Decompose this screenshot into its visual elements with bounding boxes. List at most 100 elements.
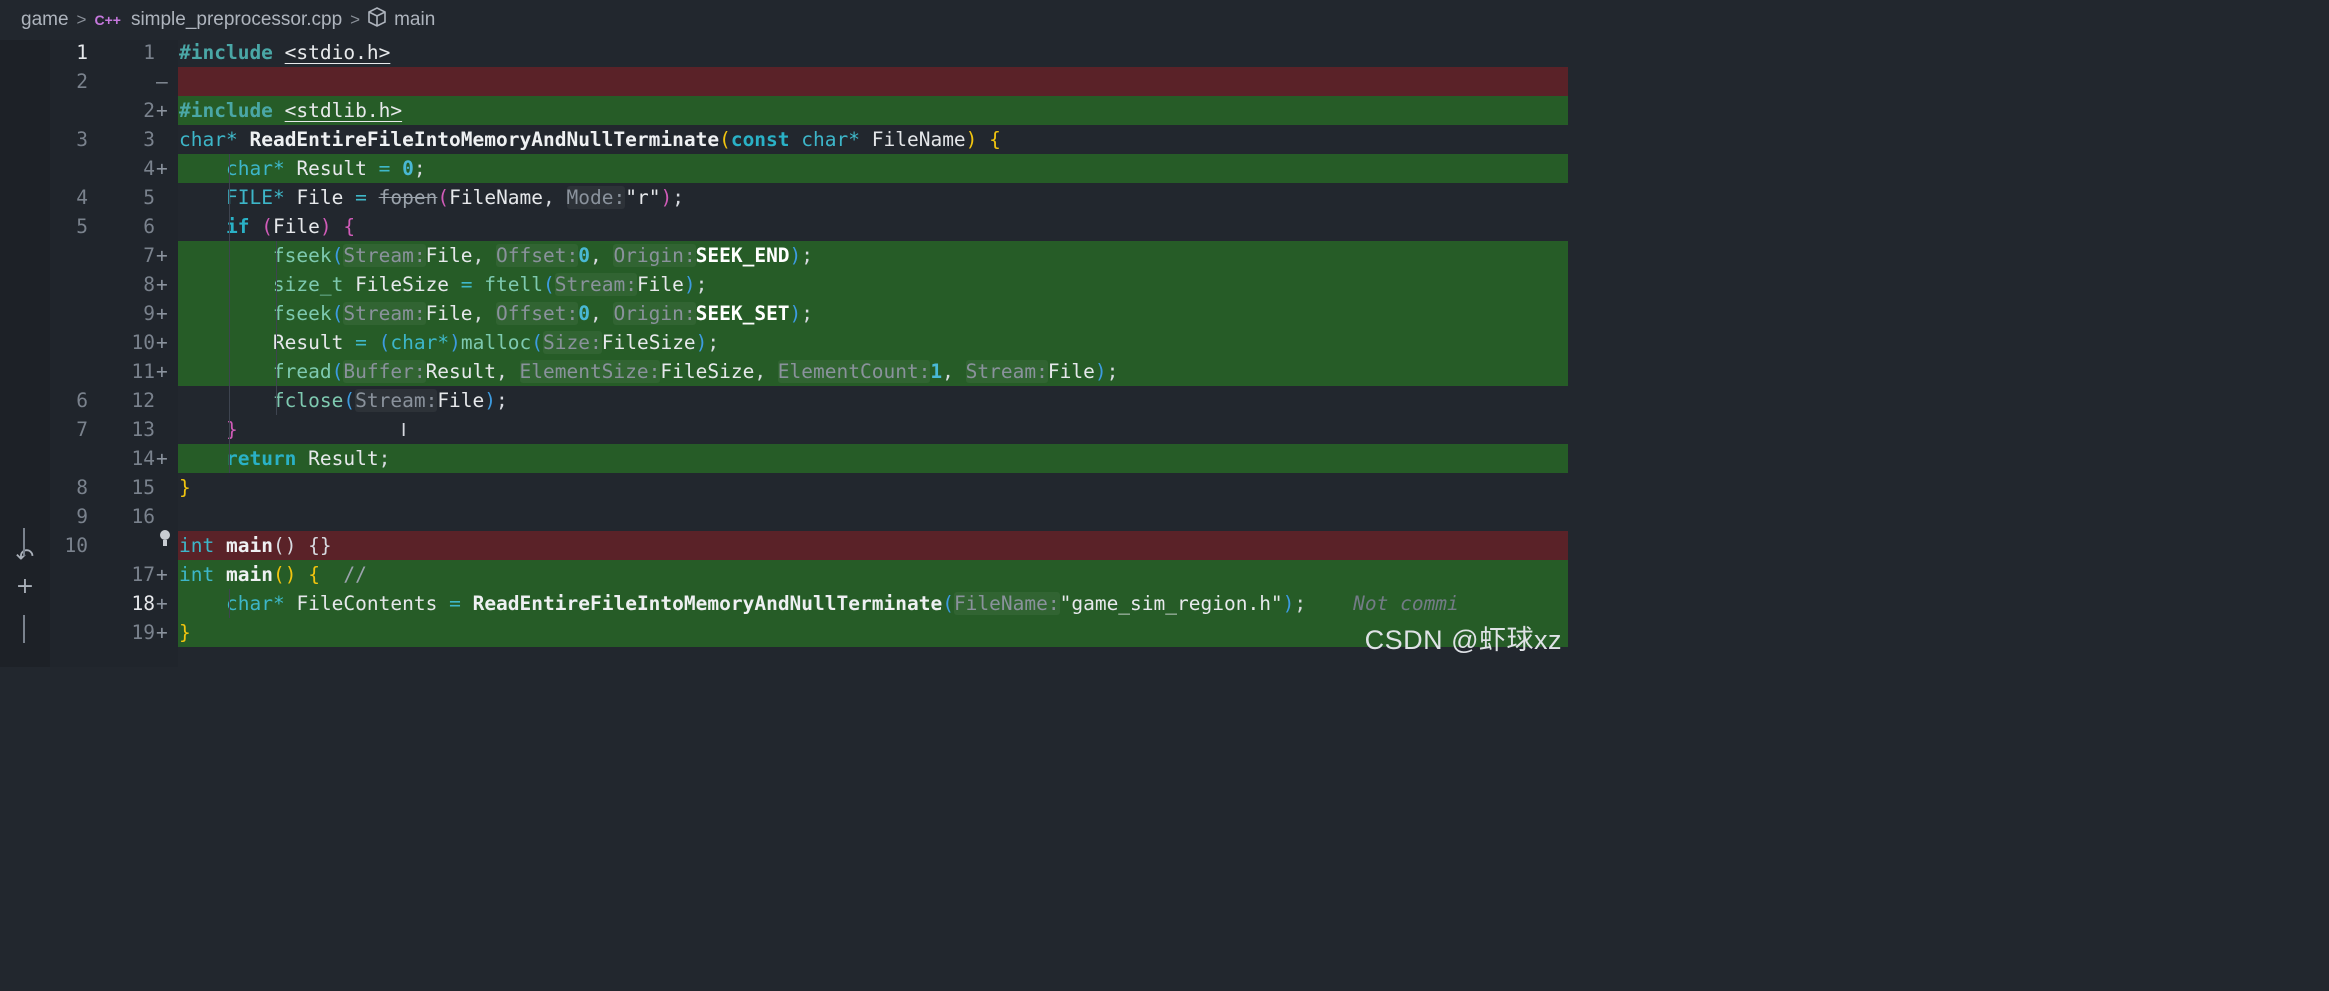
new-line-number: 9 <box>143 302 155 325</box>
new-line-number: 3 <box>143 128 155 151</box>
code-text[interactable]: fread(Buffer:Result, ElementSize:FileSiz… <box>179 357 1568 386</box>
code-line[interactable]: 4 + char* Result = 0; <box>0 154 1568 183</box>
code-text[interactable]: char* FileContents = ReadEntireFileIntoM… <box>179 589 1568 618</box>
code-text[interactable]: char* Result = 0; <box>179 154 1568 183</box>
indent-guide <box>276 241 277 270</box>
change-bar <box>23 615 25 643</box>
code-line[interactable]: 1 1 #include <stdio.h> <box>0 38 1568 67</box>
old-line-number: 1 <box>76 41 88 64</box>
code-text[interactable]: } <box>179 618 1568 647</box>
indent-guide <box>228 444 230 473</box>
old-line-number: 3 <box>76 128 88 151</box>
code-line[interactable]: 14 + return Result; <box>0 444 1568 473</box>
code-text[interactable]: size_t FileSize = ftell(Stream:File); <box>179 270 1568 299</box>
new-line-number: 19 <box>131 621 155 644</box>
code-text[interactable]: int main() { // <box>179 560 1568 589</box>
breadcrumb: game > C++ simple_preprocessor.cpp > mai… <box>0 0 1568 40</box>
code-text[interactable]: } <box>179 473 1568 502</box>
code-line[interactable]: 6 12 fclose(Stream:File); <box>0 386 1568 415</box>
code-line[interactable]: 8 + size_t FileSize = ftell(Stream:File); <box>0 270 1568 299</box>
new-line-number: 17 <box>131 563 155 586</box>
code-line[interactable]: 9 16 <box>0 502 1568 531</box>
old-line-number: 4 <box>76 186 88 209</box>
indent-guide <box>228 357 230 386</box>
code-line[interactable]: 5 6 if (File) { <box>0 212 1568 241</box>
indent-guide <box>228 154 230 183</box>
new-line-number: 14 <box>131 447 155 470</box>
diff-marker: + <box>156 360 168 383</box>
code-line[interactable]: 19 +} <box>0 618 1568 647</box>
code-line[interactable]: 10 int main() {} <box>0 531 1568 560</box>
code-text[interactable]: #include <stdlib.h> <box>179 96 1568 125</box>
indent-guide <box>228 270 230 299</box>
new-line-number: 15 <box>131 476 155 499</box>
diff-marker: + <box>156 244 168 267</box>
diff-marker: + <box>156 563 168 586</box>
new-line-number: 2 <box>143 99 155 122</box>
code-text[interactable]: char* ReadEntireFileIntoMemoryAndNullTer… <box>179 125 1568 154</box>
code-text[interactable]: return Result; <box>179 444 1568 473</box>
indent-guide <box>276 386 277 415</box>
indent-guide <box>228 589 230 618</box>
breadcrumb-file[interactable]: simple_preprocessor.cpp <box>131 9 342 31</box>
new-line-number: 10 <box>131 331 155 354</box>
lightbulb-icon[interactable] <box>158 529 172 551</box>
change-bar <box>23 528 25 556</box>
code-text[interactable]: FILE* File = fopen(FileName, Mode:"r"); <box>179 183 1568 212</box>
code-text[interactable]: } <box>179 415 1568 444</box>
code-text[interactable]: Result = (char*)malloc(Size:FileSize); <box>179 328 1568 357</box>
code-text[interactable]: int main() {} <box>179 531 1568 560</box>
chevron-right-icon: > <box>76 10 87 29</box>
indent-guide <box>228 415 230 444</box>
indent-guide <box>228 299 230 328</box>
code-text[interactable]: #include <stdio.h> <box>179 38 1568 67</box>
old-line-number: 2 <box>76 70 88 93</box>
old-line-number: 8 <box>76 476 88 499</box>
old-line-number: 10 <box>64 534 88 557</box>
code-text[interactable]: fseek(Stream:File, Offset:0, Origin:SEEK… <box>179 299 1568 328</box>
code-line[interactable]: 11 + fread(Buffer:Result, ElementSize:Fil… <box>0 357 1568 386</box>
indent-guide <box>276 328 277 357</box>
code-line[interactable]: 4 5 FILE* File = fopen(FileName, Mode:"r"… <box>0 183 1568 212</box>
code-line[interactable]: 7 13 } <box>0 415 1568 444</box>
diff-marker: + <box>156 331 168 354</box>
code-editor[interactable]: 1 1 #include <stdio.h> 2—2 + #include <stdlib… <box>0 38 1568 647</box>
code-line[interactable]: 3 3 char* ReadEntireFileIntoMemoryAndNullT… <box>0 125 1568 154</box>
old-line-number: 5 <box>76 215 88 238</box>
indent-guide <box>228 241 230 270</box>
revert-icon[interactable]: ↶ <box>10 543 40 572</box>
diff-marker: + <box>156 99 168 122</box>
code-line[interactable]: 10 + Result = (char*)malloc(Size:FileSize… <box>0 328 1568 357</box>
plus-icon[interactable]: + <box>10 572 40 601</box>
breadcrumb-symbol[interactable]: main <box>394 9 435 31</box>
new-line-number: 4 <box>143 157 155 180</box>
code-line[interactable]: 8 15} <box>0 473 1568 502</box>
code-line[interactable]: 2— <box>0 67 1568 96</box>
code-line[interactable]: 18 + char* FileContents = ReadEntireFileI… <box>0 589 1568 618</box>
code-line[interactable]: 17 + int main() { // <box>0 560 1568 589</box>
code-line[interactable]: 9 + fseek(Stream:File, Offset:0, Origin:S… <box>0 299 1568 328</box>
indent-guide <box>228 328 230 357</box>
indent-guide <box>276 270 277 299</box>
indent-guide <box>276 357 277 386</box>
diff-marker: + <box>156 302 168 325</box>
indent-guide <box>228 183 230 212</box>
code-text[interactable]: fseek(Stream:File, Offset:0, Origin:SEEK… <box>179 241 1568 270</box>
new-line-number: 1 <box>143 41 155 64</box>
new-line-number: 12 <box>131 389 155 412</box>
new-line-number: 5 <box>143 186 155 209</box>
code-text[interactable]: fclose(Stream:File); <box>179 386 1568 415</box>
code-line[interactable]: 7 + fseek(Stream:File, Offset:0, Origin:S… <box>0 241 1568 270</box>
watermark: CSDN @虾球xz <box>1364 625 1562 655</box>
code-line[interactable]: 2 + #include <stdlib.h> <box>0 96 1568 125</box>
diff-marker: + <box>156 157 168 180</box>
breadcrumb-folder[interactable]: game <box>21 9 69 31</box>
code-text[interactable]: if (File) { <box>179 212 1568 241</box>
cube-icon <box>368 7 386 33</box>
diff-marker: + <box>156 592 168 615</box>
new-line-number: 13 <box>131 418 155 441</box>
old-line-number: 7 <box>76 418 88 441</box>
indent-guide <box>228 386 230 415</box>
diff-marker: + <box>156 273 168 296</box>
new-line-number: 16 <box>131 505 155 528</box>
